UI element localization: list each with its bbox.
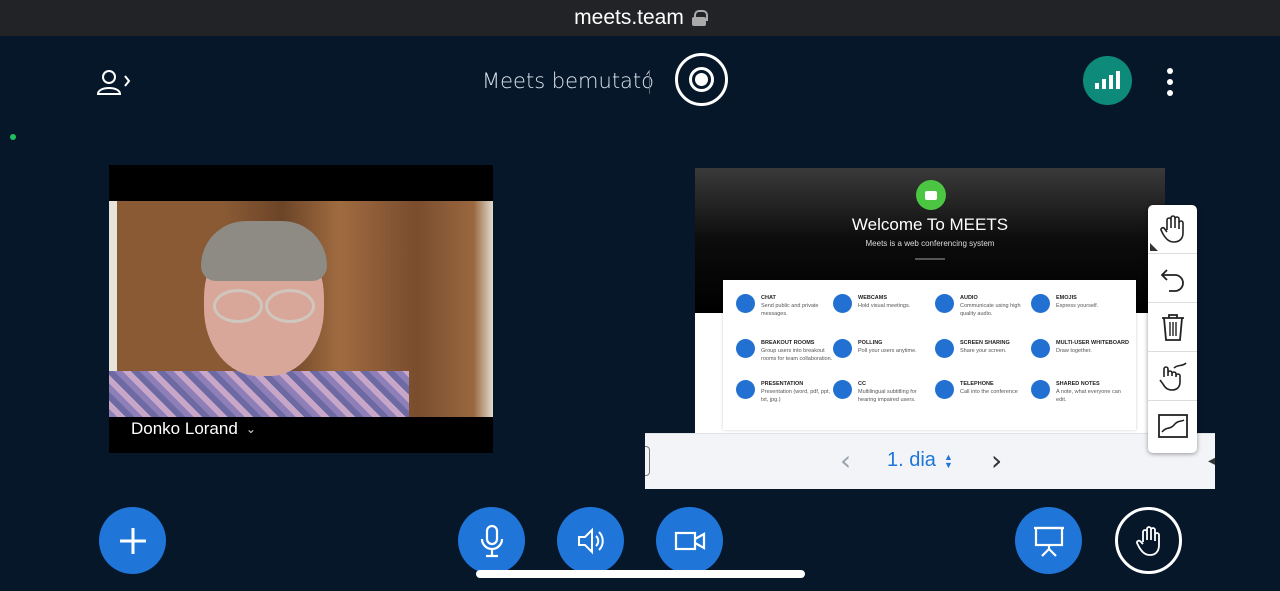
meeting-title: Meets bemutató xyxy=(482,69,655,93)
feature-item: EMOJIS Express yourself. xyxy=(1031,294,1129,313)
participant-name-label: Donko Lorand xyxy=(131,419,238,438)
more-options-icon[interactable] xyxy=(1164,68,1176,96)
home-indicator xyxy=(476,570,805,578)
clear-all-icon[interactable] xyxy=(1148,303,1197,352)
presentation-slide: Welcome To MEETS Meets is a web conferen… xyxy=(695,168,1165,433)
connection-status-button[interactable] xyxy=(1083,56,1132,105)
meeting-header: Meets bemutató xyxy=(0,36,1280,126)
slide-select-label: 1. dia xyxy=(887,449,936,471)
feature-item: SCREEN SHARING Share your screen. xyxy=(935,339,1033,358)
slide-navigation-bar: ‹ 1. dia ▲ ▼ › ◂ xyxy=(645,433,1215,489)
previous-slide-icon[interactable]: ‹ xyxy=(840,444,851,477)
hand-tool-icon[interactable] xyxy=(1148,205,1197,254)
feature-item: BREAKOUT ROOMS Group users into breakout … xyxy=(736,339,834,363)
presentation-button[interactable] xyxy=(1015,507,1082,574)
feature-item: POLLING Poll your users anytime. xyxy=(833,339,931,358)
whiteboard-toolbar xyxy=(1148,205,1197,453)
chevron-down-icon: ⌄ xyxy=(245,422,256,436)
feature-item: CHAT Send public and private messages. xyxy=(736,294,834,318)
raise-hand-button[interactable] xyxy=(1115,507,1182,574)
add-icon xyxy=(119,527,146,554)
browser-url-bar[interactable]: meets.team xyxy=(0,0,1280,36)
slide-subtitle: Meets is a web conferencing system xyxy=(865,239,995,248)
webcam-video xyxy=(109,201,493,417)
presentation-icon xyxy=(1033,526,1064,557)
feature-item: SHARED NOTES A note, what everyone can ed… xyxy=(1031,380,1129,404)
audio-button[interactable] xyxy=(557,507,624,574)
actions-button[interactable] xyxy=(99,507,166,574)
feature-item: WEBCAMS Hold visual meetings. xyxy=(833,294,931,313)
record-button[interactable] xyxy=(675,53,728,106)
lock-icon xyxy=(691,10,708,26)
webcam-tile[interactable]: Donko Lorand ⌄ xyxy=(109,165,493,453)
feature-item: PRESENTATION Presentation (word, pdf, ppt… xyxy=(736,380,834,404)
url-text: meets.team xyxy=(574,6,684,29)
slide-select[interactable]: 1. dia ▲ ▼ xyxy=(887,449,953,472)
panel-handle[interactable] xyxy=(645,446,650,476)
header-divider xyxy=(649,70,650,94)
presentation-area: Welcome To MEETS Meets is a web conferen… xyxy=(645,168,1215,489)
up-down-chevron-icon: ▲ ▼ xyxy=(943,451,953,470)
speaker-icon xyxy=(577,527,604,554)
participant-name[interactable]: Donko Lorand ⌄ xyxy=(131,419,256,439)
status-dot xyxy=(10,134,16,140)
user-list-toggle-icon[interactable] xyxy=(96,68,136,96)
feature-item: MULTI-USER WHITEBOARD Draw together. xyxy=(1031,339,1129,358)
record-icon xyxy=(689,67,714,92)
features-card: CHAT Send public and private messages. WE… xyxy=(723,280,1136,430)
camera-button[interactable] xyxy=(656,507,723,574)
feature-item: CC Multilingual subtitling for hearing im… xyxy=(833,380,931,404)
microphone-icon xyxy=(480,524,503,557)
undo-icon[interactable] xyxy=(1148,254,1197,303)
slide-welcome-title: Welcome To MEETS xyxy=(851,215,1009,234)
multi-user-draw-icon[interactable] xyxy=(1148,352,1197,401)
microphone-button[interactable] xyxy=(458,507,525,574)
feature-item: TELEPHONE Call into the conference xyxy=(935,380,1033,399)
feature-item: AUDIO Communicate using high quality audi… xyxy=(935,294,1033,318)
fit-slide-icon[interactable] xyxy=(1148,401,1197,450)
raise-hand-icon xyxy=(1135,525,1160,556)
camera-icon xyxy=(674,531,705,550)
next-slide-icon[interactable]: › xyxy=(991,444,1002,477)
meets-logo-icon xyxy=(916,180,946,210)
scroll-left-icon[interactable]: ◂ xyxy=(1208,452,1215,469)
